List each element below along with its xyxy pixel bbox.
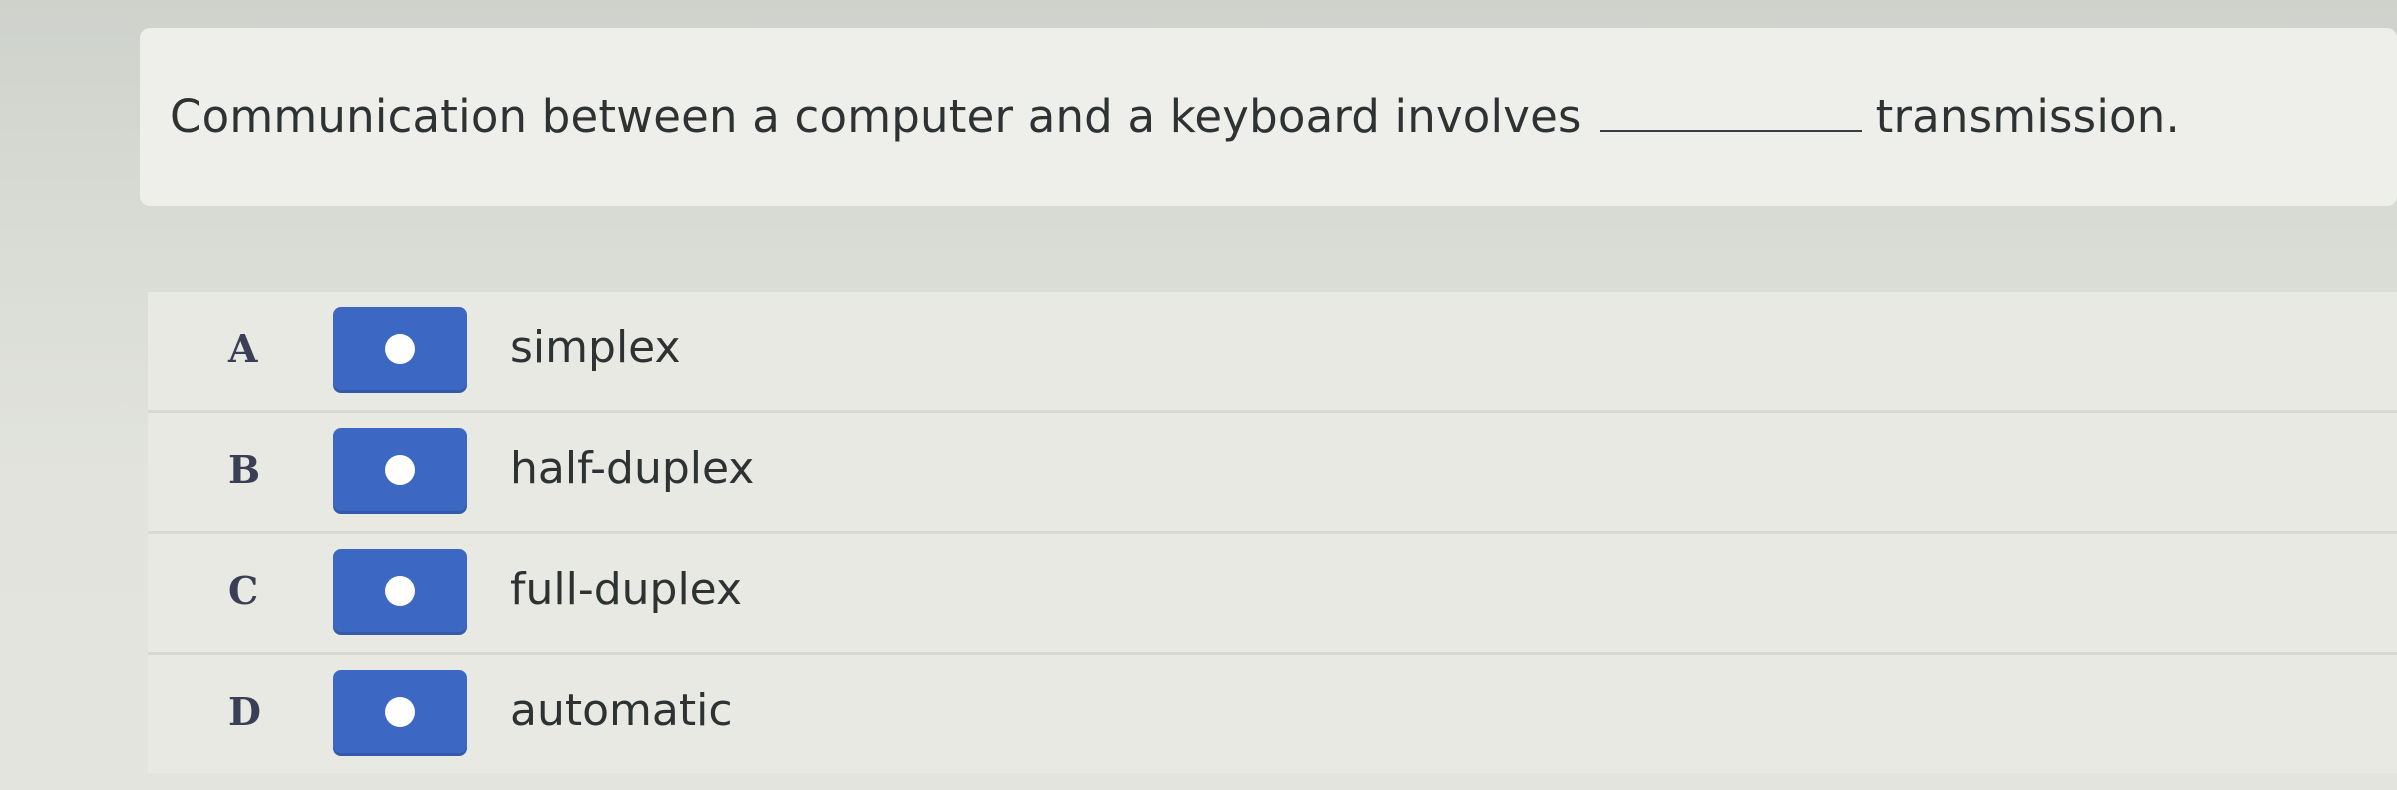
option-a[interactable]: A simplex xyxy=(148,292,2397,413)
question-text-before: Communication between a computer and a k… xyxy=(170,90,1582,143)
radio-dot-icon xyxy=(385,334,415,364)
question-box: Communication between a computer and a k… xyxy=(140,28,2397,206)
option-letter: A xyxy=(228,326,258,371)
option-b-radio-button[interactable] xyxy=(333,428,467,514)
question-text: Communication between a computer and a k… xyxy=(170,90,2180,143)
option-d-radio-button[interactable] xyxy=(333,670,467,756)
option-letter: C xyxy=(228,568,259,613)
option-letter: B xyxy=(228,447,261,492)
answer-blank xyxy=(1599,92,1862,132)
option-letter: D xyxy=(228,689,261,734)
option-label: full-duplex xyxy=(510,564,743,615)
radio-dot-icon xyxy=(385,697,415,727)
option-c-radio-button[interactable] xyxy=(333,549,467,635)
radio-dot-icon xyxy=(385,576,415,606)
quiz-page: Communication between a computer and a k… xyxy=(0,0,2397,790)
option-label: simplex xyxy=(510,322,681,373)
answer-options: A simplex B half-duplex C full-duplex D xyxy=(148,292,2397,773)
option-a-radio-button[interactable] xyxy=(333,307,467,393)
option-b[interactable]: B half-duplex xyxy=(148,413,2397,534)
option-c[interactable]: C full-duplex xyxy=(148,534,2397,655)
option-label: half-duplex xyxy=(510,443,755,494)
option-d[interactable]: D automatic xyxy=(148,655,2397,773)
question-text-after: transmission. xyxy=(1875,90,2180,143)
radio-dot-icon xyxy=(385,455,415,485)
option-label: automatic xyxy=(510,685,733,736)
